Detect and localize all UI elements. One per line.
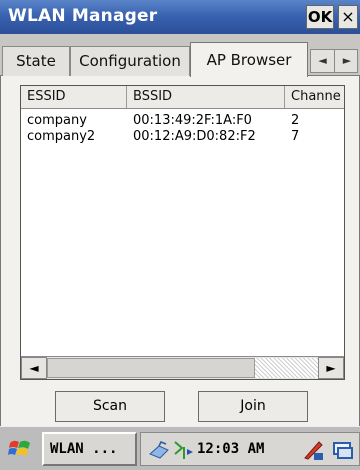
pen-input-icon[interactable] [301, 438, 325, 462]
chevron-right-icon[interactable]: ► [335, 50, 359, 72]
list-header: ESSID BSSID Channe [21, 86, 344, 109]
chevron-left-icon[interactable]: ◄ [311, 50, 335, 72]
taskbar-app-button[interactable]: WLAN ... [42, 432, 137, 466]
title-bar: WLAN Manager OK × [0, 0, 360, 34]
signal-strength-icon[interactable] [171, 438, 195, 462]
bssid-cell: 00:12:A9:D0:82:F2 [133, 129, 256, 144]
essid-cell: company2 [27, 129, 96, 144]
network-icon[interactable] [147, 438, 171, 462]
tab-ap-browser[interactable]: AP Browser [190, 42, 308, 77]
tab-scroll-buttons: ◄ ► [310, 49, 358, 73]
join-button[interactable]: Join [198, 391, 308, 422]
system-tray: 12:03 AM [140, 432, 360, 466]
horizontal-scrollbar[interactable]: ◄ ► [21, 356, 344, 379]
tab-configuration[interactable]: Configuration [70, 46, 190, 76]
ok-button[interactable]: OK [306, 5, 334, 29]
column-header-essid[interactable]: ESSID [21, 86, 127, 108]
scroll-right-icon[interactable]: ► [318, 357, 344, 379]
column-header-bssid[interactable]: BSSID [127, 86, 285, 108]
close-button[interactable]: × [338, 5, 358, 29]
channel-cell: 7 [291, 129, 300, 144]
keyboard-icon[interactable] [331, 438, 355, 462]
column-header-channel[interactable]: Channe [285, 86, 344, 108]
scrollbar-thumb[interactable] [47, 358, 255, 378]
scan-button[interactable]: Scan [55, 391, 165, 422]
scrollbar-track[interactable] [255, 358, 318, 378]
window-title: WLAN Manager [8, 6, 158, 26]
list-item[interactable]: company2 00:12:A9:D0:82:F2 7 [21, 128, 344, 146]
tab-state[interactable]: State [2, 46, 70, 76]
windows-start-icon[interactable] [6, 435, 34, 463]
clock[interactable]: 12:03 AM [197, 433, 264, 465]
ap-list[interactable]: ESSID BSSID Channe company 00:13:49:2F:1… [20, 85, 345, 380]
scroll-left-icon[interactable]: ◄ [21, 357, 47, 379]
taskbar: WLAN ... 12:03 AM [0, 426, 360, 470]
